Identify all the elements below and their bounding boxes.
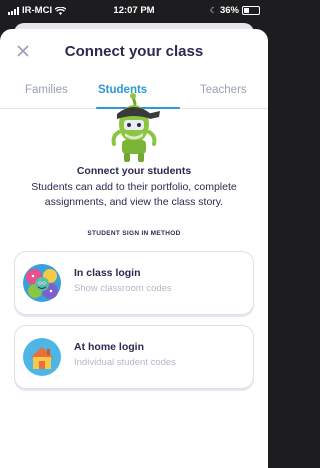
in-class-login-subtitle: Show classroom codes [74,283,172,294]
battery-percent: 36% [219,5,239,16]
battery-group: ☾ 36% [210,5,260,16]
in-class-login-title: In class login [74,267,141,279]
at-home-login-title: At home login [74,341,144,353]
at-home-login-option[interactable]: At home login Individual student codes [14,325,254,389]
house-icon [23,338,61,376]
in-class-login-option[interactable]: In class login Show classroom codes [14,251,254,315]
student-monster-illustration [111,93,160,162]
intro-description: Students can add to their portfolio, com… [31,181,237,208]
classroom-monsters-icon [23,264,61,302]
at-home-login-subtitle: Individual student codes [74,357,176,368]
connect-class-sheet: Connect your class Families Students Tea… [0,29,268,468]
battery-icon [242,6,260,15]
status-bar: IR-MCI 12:07 PM ☾ 36% [0,0,268,20]
sheet-header: Connect your class [0,29,268,74]
moon-icon: ☾ [209,6,217,15]
tab-teachers[interactable]: Teachers [200,84,247,96]
sign-in-method-label: STUDENT SIGN IN METHOD [87,230,181,237]
tab-families[interactable]: Families [25,84,68,96]
page-title: Connect your class [64,43,204,60]
intro-title: Connect your students [76,165,192,177]
